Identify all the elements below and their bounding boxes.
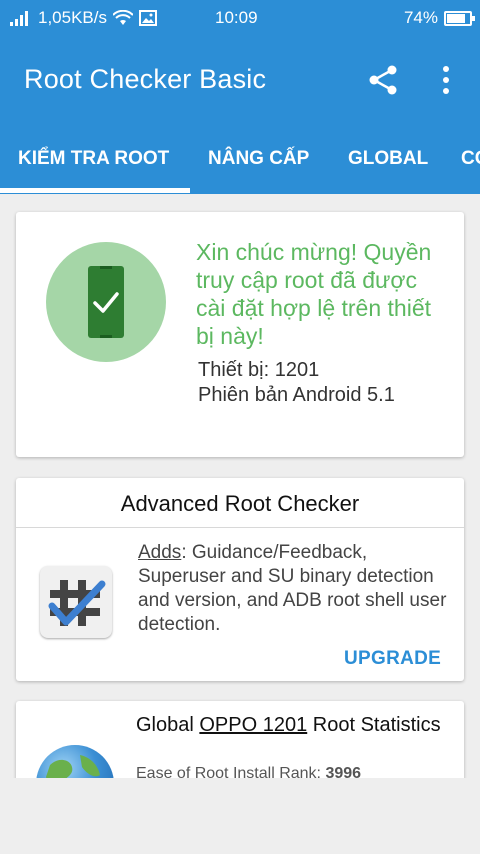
- tab-bar: KIỂM TRA ROOT NÂNG CẤP GLOBAL CO: [0, 126, 480, 194]
- clock: 10:09: [215, 8, 258, 27]
- advanced-description: Adds: Guidance/Feedback, Superuser and S…: [138, 541, 458, 637]
- android-version: Phiên bản Android 5.1: [198, 384, 395, 406]
- tab-global[interactable]: GLOBAL: [348, 148, 428, 170]
- stats-title-suffix: Root Statistics: [307, 714, 441, 736]
- battery-icon: [444, 10, 475, 26]
- root-status-card: Xin chúc mừng! Quyền truy cập root đã đư…: [16, 212, 464, 457]
- device-info: Thiết bị: 1201 Phiên bản Android 5.1: [198, 358, 395, 408]
- wifi-icon: [113, 10, 133, 25]
- tab-indicator: [0, 188, 190, 193]
- upgrade-button[interactable]: UPGRADE: [344, 648, 441, 670]
- tab-nang-cap[interactable]: NÂNG CẤP: [208, 148, 309, 170]
- battery-percent: 74%: [403, 8, 438, 27]
- battery-fill: [447, 13, 465, 23]
- stats-title-prefix: Global: [136, 714, 200, 736]
- share-icon[interactable]: [366, 62, 402, 98]
- phone-check-icon: [46, 242, 166, 362]
- status-bar: 1,05KB/s 10:09 74%: [0, 0, 480, 36]
- advanced-features-text: : Guidance/Feedback, Superuser and SU bi…: [138, 542, 447, 635]
- app-title: Root Checker Basic: [24, 64, 267, 94]
- image-icon: [139, 10, 157, 26]
- advanced-card-title: Advanced Root Checker: [16, 478, 464, 528]
- tab-co[interactable]: CO: [461, 148, 480, 170]
- bottom-area: [0, 778, 480, 854]
- status-left: 1,05KB/s: [10, 8, 157, 28]
- app-bar: Root Checker Basic: [0, 36, 480, 126]
- network-speed: 1,05KB/s: [38, 8, 107, 27]
- adds-link[interactable]: Adds: [138, 542, 181, 563]
- global-stats-title: Global OPPO 1201 Root Statistics: [136, 713, 446, 737]
- signal-icon: [10, 11, 28, 26]
- device-model-link[interactable]: OPPO 1201: [199, 714, 307, 736]
- device-model: Thiết bị: 1201: [198, 359, 320, 381]
- more-vert-icon[interactable]: [432, 62, 460, 98]
- root-success-message: Xin chúc mừng! Quyền truy cập root đã đư…: [196, 239, 432, 349]
- advanced-root-checker-card[interactable]: Advanced Root Checker Adds: Guidance/Fee…: [16, 478, 464, 681]
- root-checker-pro-icon: [40, 566, 112, 638]
- tab-kiem-tra-root[interactable]: KIỂM TRA ROOT: [18, 148, 169, 170]
- status-right: 74%: [403, 8, 475, 28]
